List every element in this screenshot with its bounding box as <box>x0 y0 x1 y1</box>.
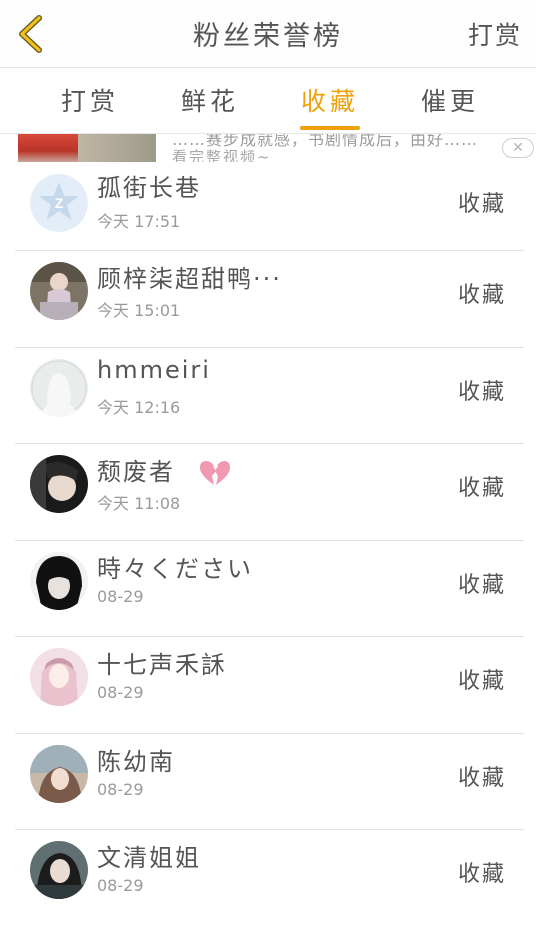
user-name: 顾梓柒超甜鸭··· <box>97 265 282 293</box>
tab-flowers[interactable]: 鲜花 <box>150 82 270 118</box>
list-item[interactable]: Z 孤街长巷 今天 17:51 收藏 <box>15 162 524 251</box>
list-item[interactable]: 顾梓柒超甜鸭··· 今天 15:01 收藏 <box>15 251 524 348</box>
avatar[interactable]: Z <box>30 174 88 232</box>
ad-close-button[interactable]: ✕ <box>502 138 534 158</box>
list-item[interactable]: 文清姐姐 08-29 收藏 <box>15 830 524 925</box>
user-name: 文清姐姐 <box>97 844 201 872</box>
user-photo-icon <box>30 841 88 899</box>
tab-favorites[interactable]: 收藏 <box>270 82 390 118</box>
timestamp: 今天 11:08 <box>97 494 181 513</box>
list-item[interactable]: 十七声禾訸 08-29 收藏 <box>15 637 524 734</box>
user-name-text: 颓废者 <box>97 458 175 486</box>
active-tab-indicator <box>300 126 360 130</box>
user-name: 陈幼南 <box>97 747 175 776</box>
user-photo-icon <box>30 551 88 610</box>
timestamp: 今天 17:51 <box>97 212 181 231</box>
avatar[interactable] <box>30 648 88 706</box>
list-item[interactable]: hmmeiri 今天 12:16 收藏 <box>15 348 524 444</box>
action-label: 收藏 <box>457 476 506 501</box>
list-item[interactable]: 颓废者 今天 11:08 收藏 <box>15 444 524 541</box>
timestamp: 08-29 <box>97 779 144 799</box>
user-name: 孤街长巷 <box>97 174 201 202</box>
qq-logo-icon: Z <box>30 174 88 232</box>
page-title: 粉丝荣誉榜 <box>193 21 343 52</box>
ad-banner[interactable]: ……赛步成就感，书剧情成后，由好…… 看完整视频~ <box>0 134 536 162</box>
tab-urge-update[interactable]: 催更 <box>390 82 510 118</box>
avatar[interactable] <box>30 551 88 610</box>
timestamp: 今天 12:16 <box>97 397 181 417</box>
avatar[interactable] <box>30 744 88 803</box>
user-photo-icon <box>30 262 88 320</box>
svg-text:Z: Z <box>55 195 64 211</box>
action-label: 收藏 <box>457 192 506 217</box>
action-label: 收藏 <box>457 379 506 405</box>
avatar[interactable] <box>30 841 88 899</box>
ad-image <box>18 134 156 162</box>
timestamp: 08-29 <box>97 876 144 895</box>
list-item[interactable]: 陈幼南 08-29 收藏 <box>15 734 524 830</box>
user-name: 十七声禾訸 <box>97 651 227 679</box>
close-icon: ✕ <box>512 140 524 156</box>
top-bar: 粉丝荣誉榜 打赏 <box>0 0 536 68</box>
action-label: 收藏 <box>457 669 506 694</box>
reward-button[interactable]: 打赏 <box>468 16 522 52</box>
ad-subline: 看完整视频~ <box>172 148 272 162</box>
user-name: 時々ください <box>97 554 253 583</box>
action-label: 收藏 <box>457 283 506 308</box>
tab-bar: 打赏 鲜花 收藏 催更 <box>0 68 536 134</box>
timestamp: 08-29 <box>97 586 144 606</box>
favorites-list: Z 孤街长巷 今天 17:51 收藏 顾梓柒超甜鸭··· 今天 15:01 收藏 <box>0 162 536 925</box>
avatar[interactable] <box>30 358 88 417</box>
list-item[interactable]: 時々ください 08-29 收藏 <box>15 541 524 637</box>
action-label: 收藏 <box>457 765 506 791</box>
timestamp: 今天 15:01 <box>97 301 181 320</box>
user-photo-icon <box>30 744 88 803</box>
action-label: 收藏 <box>457 862 506 887</box>
tab-reward[interactable]: 打赏 <box>30 82 150 118</box>
action-label: 收藏 <box>457 572 506 598</box>
broken-heart-icon <box>199 461 230 485</box>
avatar[interactable] <box>30 455 88 513</box>
user-photo-icon <box>30 455 88 513</box>
avatar[interactable] <box>30 262 88 320</box>
timestamp: 08-29 <box>97 683 144 702</box>
user-photo-icon <box>30 648 88 706</box>
default-user-icon <box>30 358 88 417</box>
user-name: 颓废者 <box>97 452 231 487</box>
user-name: hmmeiri <box>97 355 211 384</box>
